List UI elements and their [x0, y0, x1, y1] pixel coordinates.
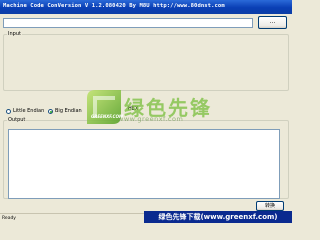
radio-little-endian-dot[interactable] [6, 108, 11, 114]
input-group: Input [3, 31, 289, 91]
watermark-footer: 绿色先锋下载(www.greenxf.com) [144, 211, 292, 223]
title-bar: Machine Code ConVersion V 1.2.080420 By … [0, 0, 292, 14]
input-legend: Input [8, 31, 21, 37]
radio-little-endian-label: Little Endian [13, 108, 45, 114]
watermark-url: www.greenxf.com [118, 115, 184, 123]
output-group: Output [3, 117, 289, 199]
radio-little-endian[interactable]: Little Endian [6, 108, 44, 116]
radio-big-endian[interactable]: Big Endian [48, 108, 82, 116]
convert-button[interactable]: 转换 [256, 201, 284, 211]
output-textarea[interactable] [8, 129, 280, 199]
status-text: Ready [2, 216, 16, 221]
browse-button[interactable]: ... [258, 16, 287, 29]
radio-big-endian-dot[interactable] [48, 108, 53, 114]
input-textarea[interactable] [8, 43, 280, 91]
output-legend: Output [8, 117, 26, 123]
path-input[interactable] [3, 18, 253, 28]
radio-big-endian-label: Big Endian [55, 108, 82, 114]
window-title: Machine Code ConVersion V 1.2.080420 By … [3, 3, 225, 9]
